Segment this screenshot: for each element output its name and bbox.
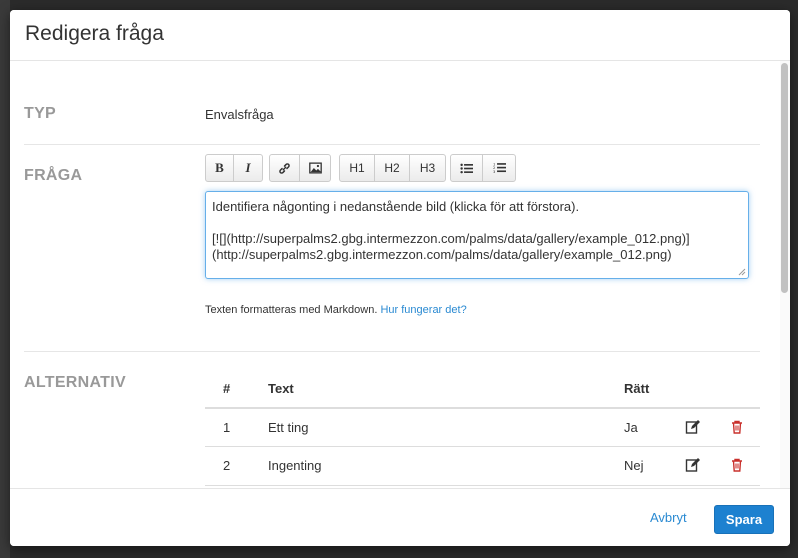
table-row: 2 Ingenting Nej <box>205 446 760 484</box>
italic-button[interactable]: I <box>234 155 262 181</box>
column-header-text: Text <box>268 381 294 396</box>
editor-line: [![](http://superpalms2.gbg.intermezzon.… <box>212 231 690 246</box>
h1-button[interactable]: H1 <box>340 155 375 181</box>
resize-handle-icon[interactable] <box>738 268 746 276</box>
bullet-list-icon <box>460 163 473 173</box>
type-value: Envalsfråga <box>205 107 274 122</box>
list-group: 123 <box>450 154 516 182</box>
column-header-number: # <box>223 381 231 396</box>
dialog-footer: Avbryt Spara <box>10 488 790 546</box>
row-number: 1 <box>223 420 231 435</box>
h3-button[interactable]: H3 <box>410 155 445 181</box>
type-label: TYP <box>24 105 57 122</box>
scrollbar-thumb[interactable] <box>781 63 788 293</box>
svg-text:3: 3 <box>493 170 496 174</box>
save-button[interactable]: Spara <box>714 505 774 534</box>
editor-line: Identifiera någonting i nedanstående bil… <box>212 199 580 214</box>
column-header-correct: Rätt <box>624 381 650 396</box>
row-text: Ett ting <box>268 420 309 435</box>
dialog-body: TYP Envalsfråga FRÅGA B I H1 H2 H3 1 2 3… <box>10 61 780 489</box>
trash-icon[interactable] <box>729 457 745 473</box>
help-link[interactable]: Hur fungerar det? <box>380 304 466 316</box>
edit-question-dialog: Redigera fråga TYP Envalsfråga FRÅGA B I… <box>10 10 790 546</box>
row-correct: Nej <box>624 458 644 473</box>
cancel-button[interactable]: Avbryt <box>650 510 687 525</box>
alternatives-label: ALTERNATIV <box>24 374 126 391</box>
trash-icon[interactable] <box>729 419 745 435</box>
dialog-title: Redigera fråga <box>25 22 164 45</box>
numbered-list-icon: 123 <box>493 163 506 174</box>
image-icon <box>308 162 322 174</box>
h2-button[interactable]: H2 <box>375 155 410 181</box>
scrollbar[interactable] <box>780 61 790 489</box>
bold-button[interactable]: B <box>206 155 234 181</box>
format-group: B I <box>205 154 263 182</box>
edit-icon[interactable] <box>685 419 701 435</box>
image-button[interactable] <box>300 155 330 181</box>
divider <box>24 351 760 352</box>
numbered-list-button[interactable]: 123 <box>483 155 515 181</box>
row-number: 2 <box>223 458 231 473</box>
heading-group: H1 H2 H3 <box>339 154 446 182</box>
dialog-header: Redigera fråga <box>10 10 790 61</box>
question-textarea[interactable]: Identifiera någonting i nedanstående bil… <box>205 191 749 279</box>
editor-line: (http://superpalms2.gbg.intermezzon.com/… <box>212 247 672 262</box>
link-button[interactable] <box>270 155 300 181</box>
table-row: 1 Ett ting Ja <box>205 407 760 446</box>
question-label: FRÅGA <box>24 167 83 184</box>
edit-icon[interactable] <box>685 457 701 473</box>
link-icon <box>279 162 290 174</box>
row-correct: Ja <box>624 420 638 435</box>
divider <box>24 144 760 145</box>
bullet-list-button[interactable] <box>451 155 483 181</box>
row-text: Ingenting <box>268 458 322 473</box>
insert-group <box>269 154 331 182</box>
backdrop <box>0 0 10 558</box>
markdown-help: Texten formatteras med Markdown. Hur fun… <box>205 304 467 316</box>
help-text: Texten formatteras med Markdown. <box>205 304 378 316</box>
